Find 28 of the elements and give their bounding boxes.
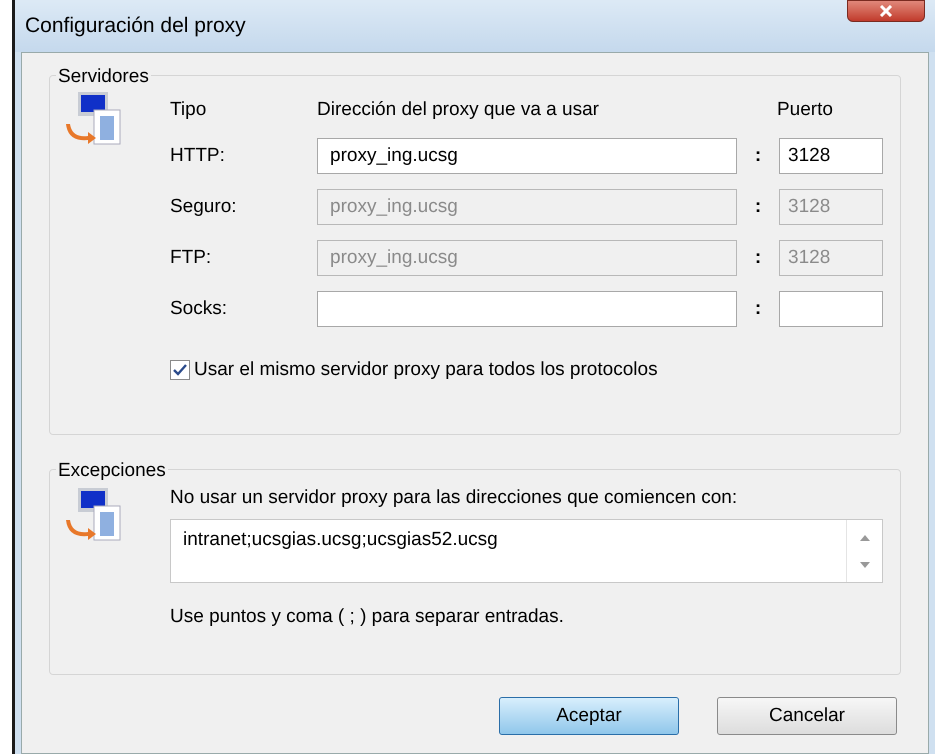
dialog-button[interactable]: Cancelar (717, 697, 897, 735)
separator: : (754, 296, 762, 321)
port-field[interactable] (779, 291, 883, 327)
window-title: Configuración del proxy (25, 13, 246, 40)
scroll-up-icon (860, 534, 870, 540)
check-icon (173, 364, 187, 376)
separator: : (754, 144, 762, 168)
column-header: Tipo (170, 98, 208, 122)
checkbox-label: Usar el mismo servidor proxy para todos los protocolos (194, 358, 658, 382)
protocol-label: Socks: (170, 296, 228, 321)
separator: : (754, 194, 762, 219)
checkbox[interactable] (170, 360, 190, 380)
close-icon (879, 5, 893, 17)
protocol-label: HTTP: (170, 144, 226, 168)
column-header: Puerto (777, 98, 833, 122)
address-field[interactable] (317, 291, 737, 327)
separator: : (754, 246, 762, 270)
protocol-label: Seguro: (170, 194, 238, 219)
port-field[interactable]: 3128 (779, 138, 883, 174)
dialog-button[interactable]: Aceptar (499, 697, 679, 735)
exceptions-hint: Use puntos y coma ( ; ) para separar entradas. (170, 605, 565, 629)
protocol-label: FTP: (170, 246, 212, 270)
scroll-down-icon (860, 562, 870, 568)
exceptions-description: No usar un servidor proxy para las direcciones que comiencen con: (170, 486, 738, 509)
address-field[interactable]: proxy_ing.ucsg (317, 138, 737, 174)
close-button[interactable] (847, 0, 925, 22)
exceptions-field[interactable]: intranet;ucsgias.ucsg;ucsgias52.ucsg (170, 519, 883, 583)
column-header: Dirección del proxy que va a usar (317, 98, 600, 122)
